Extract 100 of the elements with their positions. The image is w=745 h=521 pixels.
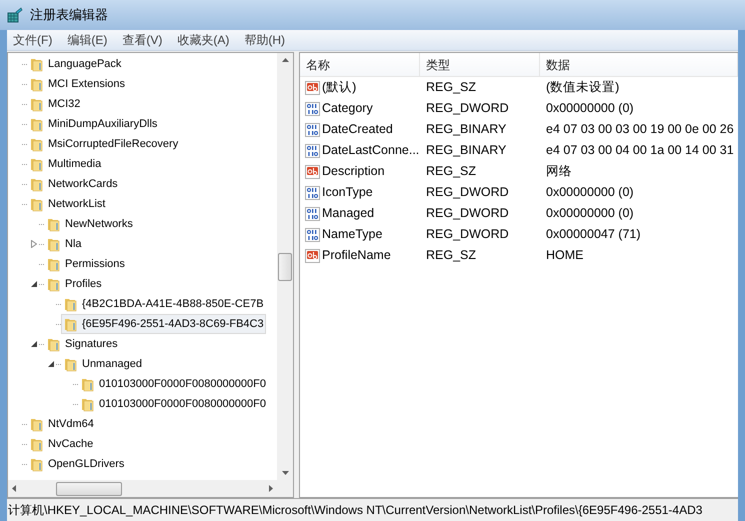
tree-item[interactable]: Profiles xyxy=(44,274,104,294)
scroll-thumb[interactable] xyxy=(56,482,122,496)
tree-item[interactable]: OpenGLDrivers xyxy=(27,454,126,474)
folder-icon xyxy=(46,216,62,232)
folder-icon xyxy=(29,176,45,192)
column-header[interactable]: 数据 xyxy=(540,53,738,76)
value-type: REG_DWORD xyxy=(425,226,510,244)
tree-item[interactable]: Nla xyxy=(44,234,84,254)
folder-icon xyxy=(80,396,96,412)
folder-icon xyxy=(29,456,45,472)
registry-cubes-icon xyxy=(6,6,24,24)
folder-icon xyxy=(46,276,62,292)
value-type: REG_DWORD xyxy=(425,100,510,118)
tree-item-label: NetworkList xyxy=(48,196,106,212)
tree-item[interactable]: 010103000F0000F0080000000F0 xyxy=(78,374,268,394)
value-data: 0x00000000 (0) xyxy=(545,100,635,118)
binary-value-icon xyxy=(305,144,320,158)
binary-value-icon xyxy=(305,102,320,116)
tree-item[interactable]: Multimedia xyxy=(27,154,104,174)
tree-item-label: MiniDumpAuxiliaryDlls xyxy=(48,116,158,132)
tree-item[interactable]: MCI32 xyxy=(27,94,82,114)
folder-icon xyxy=(29,136,45,152)
menu-item[interactable]: 收藏夹(A) xyxy=(177,31,230,49)
menu-item[interactable]: 帮助(H) xyxy=(244,31,285,49)
value-data: 网络 xyxy=(545,163,573,180)
folder-icon xyxy=(29,436,45,452)
column-header[interactable]: 类型 xyxy=(420,53,540,76)
tree-item[interactable]: LanguagePack xyxy=(27,54,124,74)
tree-item-label: NewNetworks xyxy=(65,216,133,232)
string-value-icon xyxy=(305,164,320,178)
tree-item[interactable]: NewNetworks xyxy=(44,214,135,234)
tree-item[interactable]: MiniDumpAuxiliaryDlls xyxy=(27,114,160,134)
value-data: HOME xyxy=(545,247,584,264)
value-type: REG_BINARY xyxy=(425,142,508,160)
folder-icon xyxy=(29,96,45,112)
value-name: (默认) xyxy=(322,79,356,96)
menu-item[interactable]: 文件(F) xyxy=(13,31,52,49)
tree-item[interactable]: Unmanaged xyxy=(61,354,144,374)
value-name: ProfileName xyxy=(322,247,391,264)
tree-item-label: 010103000F0000F0080000000F0 xyxy=(99,396,266,412)
value-type: REG_SZ xyxy=(425,79,478,96)
folder-icon xyxy=(29,76,45,92)
scroll-thumb[interactable] xyxy=(278,252,292,280)
tree-item-label: NvCache xyxy=(48,436,94,452)
tree-item[interactable]: Permissions xyxy=(44,254,127,274)
tree-item[interactable]: {6E95F496-2551-4AD3-8C69-FB4C3 xyxy=(61,314,266,334)
collapsed-arrow-icon[interactable] xyxy=(31,240,37,248)
binary-value-icon xyxy=(305,228,320,242)
binary-value-icon xyxy=(305,206,320,220)
binary-value-icon xyxy=(305,122,320,136)
tree-item[interactable]: NvCache xyxy=(27,434,96,454)
tree-item[interactable]: NetworkCards xyxy=(27,174,120,194)
tree-item-label: MsiCorruptedFileRecovery xyxy=(48,136,178,152)
string-value-icon xyxy=(305,80,320,94)
menu-item[interactable]: 编辑(E) xyxy=(67,31,108,49)
scroll-right-icon[interactable] xyxy=(269,485,273,492)
value-name: NameType xyxy=(322,226,382,244)
menu-item[interactable]: 查看(V) xyxy=(122,31,162,49)
folder-icon xyxy=(63,296,79,312)
value-type: REG_BINARY xyxy=(425,121,508,138)
value-name: IconType xyxy=(322,184,373,202)
horizontal-scrollbar[interactable] xyxy=(8,480,293,497)
vertical-scrollbar[interactable] xyxy=(277,53,293,480)
folder-icon xyxy=(46,336,62,352)
folder-icon xyxy=(80,376,96,392)
tree-item-label: {4B2C1BDA-A41E-4B88-850E-CE7B xyxy=(82,296,264,312)
value-data: (数值未设置) xyxy=(545,79,620,96)
scroll-down-icon[interactable] xyxy=(282,471,288,475)
value-name: Category xyxy=(322,100,373,118)
expanded-arrow-icon[interactable] xyxy=(31,281,37,287)
tree-item[interactable]: 010103000F0000F0080000000F0 xyxy=(78,394,268,414)
folder-icon xyxy=(29,416,45,432)
value-name: DateCreated xyxy=(322,121,393,138)
tree-item-label: MCI Extensions xyxy=(48,76,126,92)
tree-item-label: Profiles xyxy=(65,276,102,292)
value-data: 0x00000000 (0) xyxy=(545,184,635,202)
value-name: DateLastConne... xyxy=(322,142,420,160)
window-title: 注册表编辑器 xyxy=(30,6,108,24)
tree-item[interactable]: MCI Extensions xyxy=(27,74,128,94)
scroll-left-icon[interactable] xyxy=(12,485,16,492)
tree-item[interactable]: NtVdm64 xyxy=(27,414,96,434)
value-data: 0x00000000 (0) xyxy=(545,205,635,222)
string-value-icon xyxy=(305,248,320,262)
folder-icon xyxy=(46,236,62,252)
tree-item[interactable]: MsiCorruptedFileRecovery xyxy=(27,134,180,154)
folder-icon xyxy=(29,196,45,212)
scroll-up-icon[interactable] xyxy=(282,58,288,62)
value-name: Description xyxy=(322,163,385,180)
value-name: Managed xyxy=(322,205,374,222)
tree-item-label: MCI32 xyxy=(48,96,80,112)
expanded-arrow-icon[interactable] xyxy=(48,361,54,367)
tree-item-label: Multimedia xyxy=(48,156,102,172)
column-header[interactable]: 名称 xyxy=(300,53,420,76)
value-type: REG_SZ xyxy=(425,163,478,180)
folder-icon xyxy=(46,256,62,272)
tree-item[interactable]: {4B2C1BDA-A41E-4B88-850E-CE7B xyxy=(61,294,266,314)
binary-value-icon xyxy=(305,186,320,200)
tree-item[interactable]: Signatures xyxy=(44,334,120,354)
expanded-arrow-icon[interactable] xyxy=(31,341,37,347)
tree-item[interactable]: NetworkList xyxy=(27,194,108,214)
